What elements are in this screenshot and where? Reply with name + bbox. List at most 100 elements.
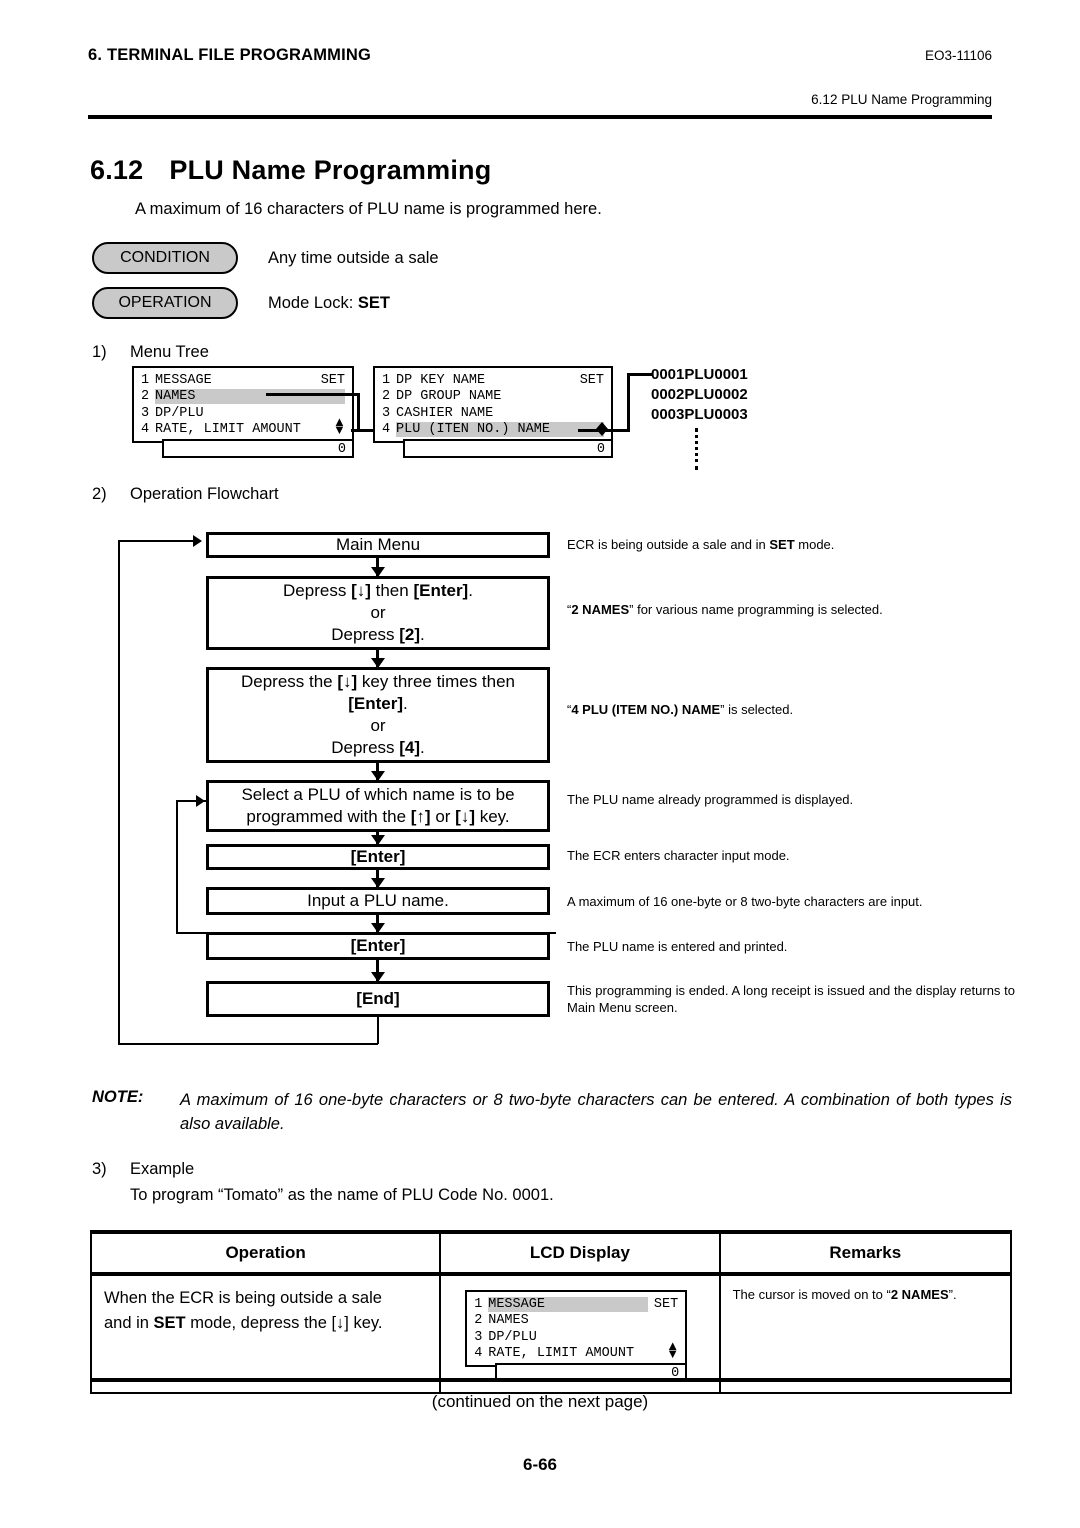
step-2-text: Operation Flowchart: [130, 485, 279, 503]
lcd-row-index: 4: [474, 1346, 483, 1362]
lcd-row-label: RATE, LIMIT AMOUNT: [155, 422, 301, 438]
remarks-post: ”.: [948, 1287, 957, 1302]
flow-note-8: This programming is ended. A long receip…: [567, 983, 1015, 1015]
table-cell-operation: When the ECR is being outside a sale and…: [89, 1273, 442, 1394]
step-1-number: 1): [92, 343, 107, 361]
table-lcd-rows: 1 MESSAGE SET 2 NAMES 3 DP/PLU 4 RATE, LIMIT AMO…: [467, 1292, 685, 1365]
flow-arrow-6-icon: [370, 915, 385, 933]
flow-box-line: [Enter].: [348, 694, 408, 713]
lcd-row-label: DP/PLU: [155, 405, 204, 421]
plu-code-item: 0003PLU0003: [651, 406, 748, 423]
plu-code-item: 0002PLU0002: [651, 386, 748, 403]
note-block: NOTE: A maximum of 16 one-byte character…: [92, 1088, 1012, 1136]
tree-connector-v-2: [627, 373, 630, 432]
lcd-row: 2 DP GROUP NAME: [382, 389, 604, 406]
page-header: 6. TERMINAL FILE PROGRAMMING EO3-11106 6…: [88, 46, 992, 119]
menu-tree-screen-1-rows: 1 MESSAGE SET 2 NAMES 3 DP/PLU 4 RATE, LIMIT AMO…: [134, 368, 352, 441]
lcd-row: 1 MESSAGE SET: [141, 372, 345, 389]
page-title-number: 6.12: [90, 155, 144, 185]
lcd-row-label: DP GROUP NAME: [396, 389, 502, 405]
flow-box-line: Main Menu: [335, 535, 421, 554]
lcd-row-mode: SET: [579, 372, 604, 388]
lcd-row-index: 3: [382, 405, 391, 421]
flow-box-line: Depress [2].: [331, 625, 425, 644]
step-2-label: 2) Operation Flowchart: [92, 485, 279, 504]
flow-box-depress-down-enter: Depress [↓] then [Enter]. or Depress [2].: [206, 576, 550, 650]
lcd-row: 2 NAMES: [474, 1313, 678, 1330]
lcd-row-label: MESSAGE: [488, 1296, 648, 1312]
plu-code-item: 0001PLU0001: [651, 366, 748, 383]
lcd-row-label: DP KEY NAME: [396, 372, 486, 388]
table-bottom-rule: [90, 1378, 1012, 1382]
condition-text: Any time outside a sale: [268, 248, 439, 267]
lcd-row-index: 2: [141, 389, 150, 405]
flow-box-main-menu: Main Menu: [206, 532, 550, 558]
table-header-operation: Operation: [89, 1230, 442, 1276]
step-3-number: 3): [92, 1160, 107, 1178]
mode-lock-label: Mode Lock:: [268, 293, 358, 312]
flow-box-line: or: [370, 603, 386, 622]
lcd-row-mode: SET: [320, 372, 345, 388]
condition-row: CONDITION Any time outside a sale: [92, 242, 439, 274]
operation-line-1: When the ECR is being outside a sale: [104, 1289, 382, 1307]
flow-note-3: “4 PLU (ITEM NO.) NAME” is selected.: [567, 702, 794, 717]
flow-box-enter-2: [Enter]: [206, 932, 550, 960]
flow-arrow-1-icon: [370, 558, 385, 577]
flow-box-line: Input a PLU name.: [307, 891, 449, 910]
remarks-bold: 2 NAMES: [890, 1287, 949, 1302]
continued-notice: (continued on the next page): [431, 1392, 649, 1411]
lcd-row: 1 MESSAGE SET: [474, 1296, 678, 1313]
flow-loop-outer-arrow-icon: [193, 535, 202, 547]
plu-list-continuation-icon: [695, 428, 698, 470]
flow-note-1: ECR is being outside a sale and in SET m…: [567, 537, 835, 552]
flow-loop-outer-top: [118, 540, 200, 542]
operation-line-2-pre: and in: [104, 1314, 154, 1332]
lcd-row-index: 1: [141, 372, 150, 388]
lcd-row-index: 2: [474, 1313, 483, 1329]
tree-connector-h-1: [266, 393, 360, 396]
flow-box-line: Depress [↓] then [Enter].: [283, 581, 473, 600]
menu-tree-screen-2: 1 DP KEY NAME SET 2 DP GROUP NAME 3 CASHIER NA…: [373, 366, 613, 443]
table-cell-lcd-display: 1 MESSAGE SET 2 NAMES 3 DP/PLU 4 RATE, LIMIT AMO…: [439, 1273, 721, 1394]
flow-note-7: The PLU name is entered and printed.: [567, 939, 788, 954]
step-3-detail: To program “Tomato” as the name of PLU C…: [130, 1186, 554, 1204]
lcd-row: 4 RATE, LIMIT AMOUNT: [474, 1346, 678, 1363]
operation-line-2-bold: SET: [153, 1314, 186, 1332]
note-label: NOTE:: [92, 1088, 144, 1106]
lcd-row-label: NAMES: [488, 1313, 529, 1329]
table-remarks-text: The cursor is moved on to “2 NAMES”.: [733, 1286, 998, 1304]
flow-arrow-3-icon: [370, 763, 385, 781]
page-title-text: PLU Name Programming: [169, 155, 492, 185]
example-table: Operation LCD Display Remarks When the E…: [89, 1230, 1013, 1394]
operation-row: OPERATION Mode Lock: SET: [92, 287, 390, 319]
table-header-remarks: Remarks: [718, 1230, 1013, 1276]
lcd-row-index: 1: [474, 1296, 483, 1312]
step-3-text: Example: [130, 1160, 195, 1178]
flow-box-line: Depress the [↓] key three times then: [240, 672, 516, 691]
lcd-row: 2 NAMES: [141, 389, 345, 406]
menu-tree-screen-1: 1 MESSAGE SET 2 NAMES 3 DP/PLU 4 RATE, LIMIT AMO…: [132, 366, 354, 443]
table-cell-remarks: The cursor is moved on to “2 NAMES”.: [718, 1273, 1013, 1394]
lcd-row-label: RATE, LIMIT AMOUNT: [488, 1346, 635, 1362]
lcd-row: 1 DP KEY NAME SET: [382, 372, 604, 389]
document-code: EO3-11106: [924, 48, 992, 63]
flow-arrow-7-icon: [370, 960, 385, 982]
note-text: A maximum of 16 one-byte characters or 8…: [180, 1091, 1012, 1133]
tree-marker-up-icon: [596, 422, 608, 429]
mode-lock-value: SET: [357, 293, 390, 312]
flow-note-6: A maximum of 16 one-byte or 8 two-byte c…: [567, 894, 923, 909]
flow-loop-outer-stub: [377, 1016, 379, 1044]
tree-connector-v-1: [357, 393, 360, 432]
flow-box-depress-three-times: Depress the [↓] key three times then [Ent…: [206, 667, 550, 763]
chapter-title: 6. TERMINAL FILE PROGRAMMING: [88, 46, 372, 64]
flow-note-4: The PLU name already programmed is displ…: [567, 792, 854, 807]
lcd-row-index: 3: [141, 405, 150, 421]
operation-text: Mode Lock: SET: [268, 294, 390, 313]
page-title: 6.12 PLU Name Programming: [90, 155, 491, 186]
flow-box-line: [Enter]: [350, 847, 406, 866]
lcd-row-index: 2: [382, 389, 391, 405]
tree-connector-h-5: [627, 373, 653, 376]
page-number: 6-66: [522, 1455, 558, 1474]
lcd-row-label: CASHIER NAME: [396, 405, 494, 421]
step-3-label: 3) Example: [92, 1160, 194, 1179]
